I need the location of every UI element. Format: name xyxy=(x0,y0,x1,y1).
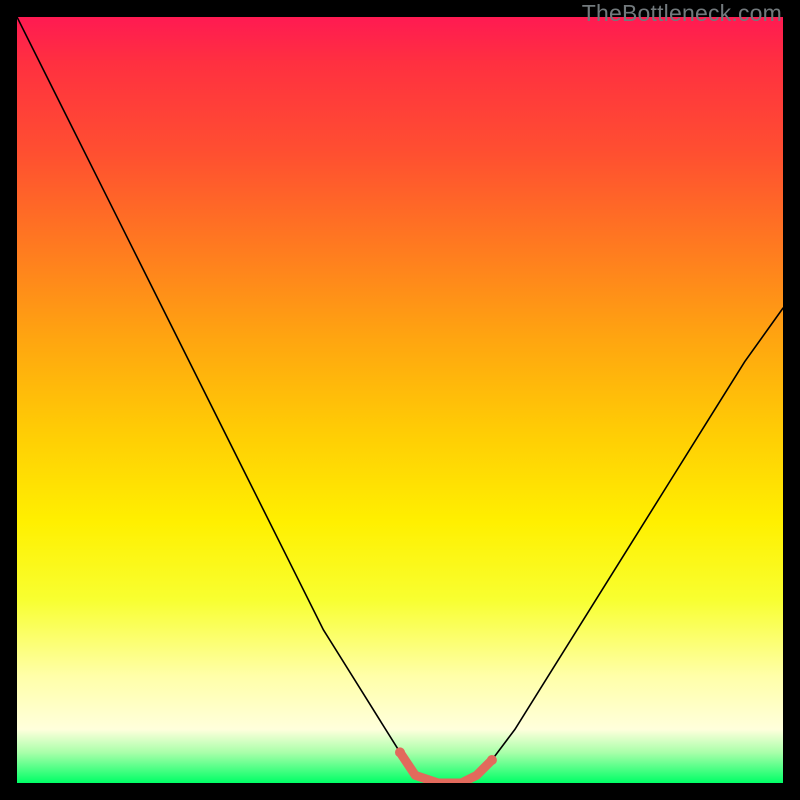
plot-area xyxy=(17,17,783,783)
highlight-segment-path xyxy=(400,752,492,783)
highlight-end-dot xyxy=(487,755,497,765)
curve-svg xyxy=(17,17,783,783)
watermark-text: TheBottleneck.com xyxy=(582,0,782,27)
chart-frame: TheBottleneck.com xyxy=(0,0,800,800)
highlight-start-dot xyxy=(395,747,405,757)
bottleneck-curve-path xyxy=(17,17,783,783)
